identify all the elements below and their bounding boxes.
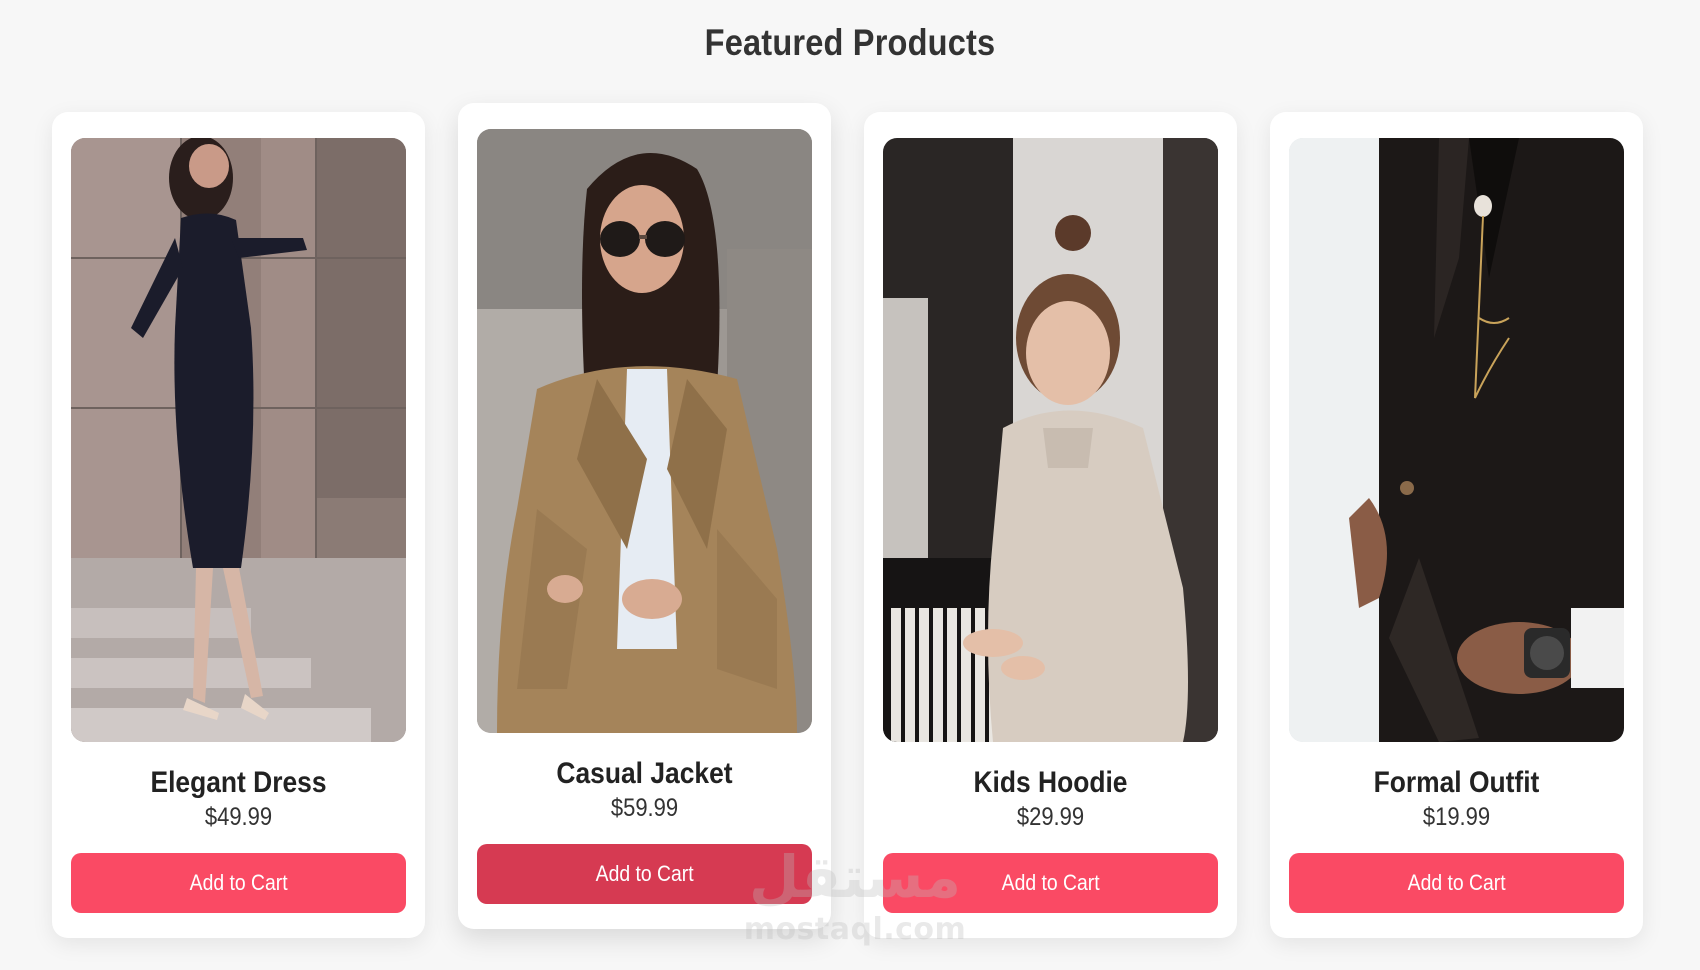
product-price: $59.99 xyxy=(610,794,679,822)
product-grid: Elegant Dress $49.99 Add to Cart Casual … xyxy=(52,103,1644,940)
product-price: $29.99 xyxy=(1016,803,1085,831)
product-card: Kids Hoodie $29.99 Add to Cart xyxy=(864,112,1237,938)
page-title: Featured Products xyxy=(704,22,996,63)
add-to-cart-label: Add to Cart xyxy=(1001,870,1100,895)
add-to-cart-button[interactable]: Add to Cart xyxy=(883,853,1218,913)
add-to-cart-label: Add to Cart xyxy=(1407,870,1506,895)
product-card: Elegant Dress $49.99 Add to Cart xyxy=(52,112,425,938)
product-image[interactable] xyxy=(883,138,1218,742)
add-to-cart-label: Add to Cart xyxy=(595,861,694,886)
product-price: $49.99 xyxy=(204,803,273,831)
add-to-cart-button[interactable]: Add to Cart xyxy=(71,853,406,913)
product-image[interactable] xyxy=(71,138,406,742)
page: Featured Products Elegant Dress $49.99 A… xyxy=(0,0,1700,970)
product-card: Formal Outfit $19.99 Add to Cart xyxy=(1270,112,1643,938)
product-card: Casual Jacket $59.99 Add to Cart xyxy=(458,103,831,929)
product-name: Formal Outfit xyxy=(1373,766,1540,799)
product-price: $19.99 xyxy=(1422,803,1491,831)
product-name: Kids Hoodie xyxy=(973,766,1128,799)
product-image[interactable] xyxy=(477,129,812,733)
add-to-cart-label: Add to Cart xyxy=(189,870,288,895)
product-name: Casual Jacket xyxy=(556,757,733,790)
product-name: Elegant Dress xyxy=(150,766,327,799)
product-image[interactable] xyxy=(1289,138,1624,742)
add-to-cart-button[interactable]: Add to Cart xyxy=(477,844,812,904)
add-to-cart-button[interactable]: Add to Cart xyxy=(1289,853,1624,913)
